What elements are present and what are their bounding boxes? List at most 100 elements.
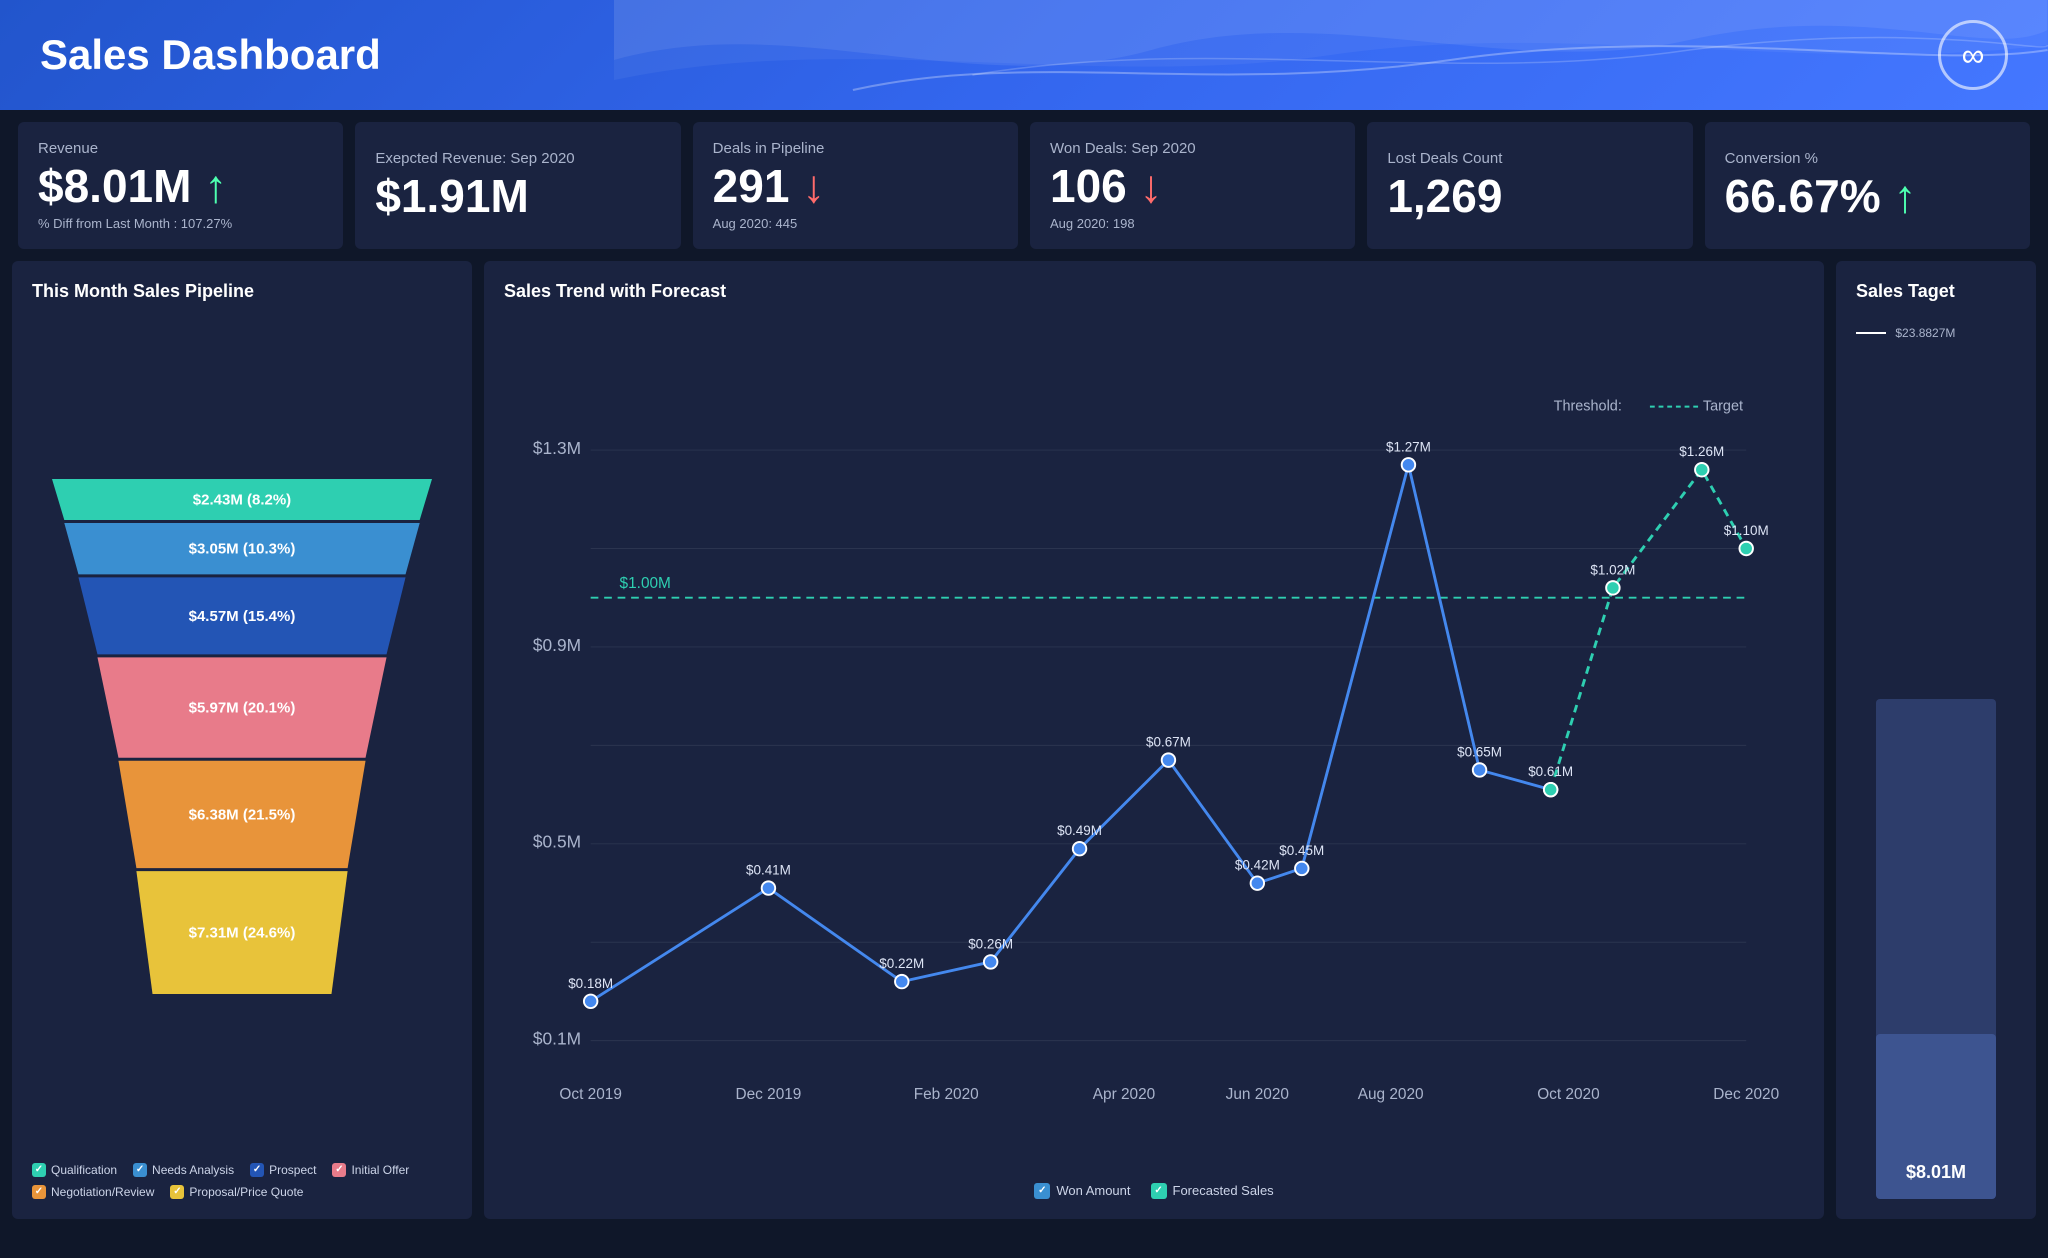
target-panel: Sales Taget $23.8827M $8.01M: [1836, 261, 2036, 1219]
legend-color: ✓: [133, 1163, 147, 1177]
legend-label: Needs Analysis: [152, 1163, 234, 1177]
trend-legend-label: Won Amount: [1056, 1183, 1130, 1198]
chart-point: [1695, 463, 1708, 476]
kpi-sub: % Diff from Last Month : 107.27%: [38, 216, 323, 231]
kpi-arrow: ↑: [1893, 170, 1916, 222]
legend-color: ✓: [32, 1185, 46, 1199]
target-current-value: $8.01M: [1906, 1162, 1966, 1183]
chart-area: $0.1M $0.5M $0.9M $1.3M Oct 2019 Dec 2019 Feb …: [504, 322, 1804, 1173]
x-axis-label: Dec 2019: [735, 1086, 801, 1103]
legend-label: Prospect: [269, 1163, 316, 1177]
chart-point-label: $0.45M: [1279, 843, 1324, 858]
funnel-container: $2.43M (8.2%)$3.05M (10.3%)$4.57M (15.4%…: [32, 322, 452, 1147]
chart-point: [1473, 763, 1486, 776]
chart-point: [1295, 861, 1308, 874]
x-axis-label: Oct 2019: [559, 1086, 621, 1103]
chart-point-label: $0.26M: [968, 936, 1013, 951]
chart-point: [1544, 783, 1557, 796]
kpi-card-1: Exepcted Revenue: Sep 2020 $1.91M: [355, 122, 680, 249]
trend-legend: ✓ Won Amount ✓ Forecasted Sales: [504, 1183, 1804, 1199]
chart-point-label: $0.65M: [1457, 744, 1502, 759]
kpi-arrow: ↓: [802, 160, 825, 212]
kpi-card-5: Conversion % 66.67% ↑: [1705, 122, 2030, 249]
chart-point: [762, 881, 775, 894]
y-axis-label: $0.9M: [533, 634, 581, 654]
kpi-value: 106 ↓: [1050, 161, 1335, 212]
trend-legend-label: Forecasted Sales: [1173, 1183, 1274, 1198]
kpi-value: $1.91M: [375, 171, 660, 222]
chart-point: [895, 974, 908, 987]
kpi-card-3: Won Deals: Sep 2020 106 ↓ Aug 2020: 198: [1030, 122, 1355, 249]
legend-item-1: ✓ Needs Analysis: [133, 1163, 234, 1177]
legend-color: ✓: [32, 1163, 46, 1177]
trend-panel: Sales Trend with Forecast $0.1M $0.5M $0.9…: [484, 261, 1824, 1219]
legend-label: Negotiation/Review: [51, 1185, 154, 1199]
funnel-label-4: $6.38M (21.5%): [189, 807, 296, 824]
kpi-value: $8.01M ↑: [38, 161, 323, 212]
trend-legend-item-0: ✓ Won Amount: [1034, 1183, 1130, 1199]
legend-item-2: ✓ Prospect: [250, 1163, 316, 1177]
trend-title: Sales Trend with Forecast: [504, 281, 1804, 302]
funnel-label-5: $7.31M (24.6%): [189, 925, 296, 942]
y-axis-label: $0.1M: [533, 1028, 581, 1048]
chart-point-label: $0.67M: [1146, 734, 1191, 749]
kpi-arrow: ↓: [1140, 160, 1163, 212]
chart-point: [1402, 458, 1415, 471]
chart-point: [584, 994, 597, 1007]
chart-point-label: $0.49M: [1057, 823, 1102, 838]
legend-label: Initial Offer: [351, 1163, 409, 1177]
funnel-label-3: $5.97M (20.1%): [189, 700, 296, 717]
header: Sales Dashboard ∞: [0, 0, 2048, 110]
chart-point-label: $1.26M: [1679, 444, 1724, 459]
chart-point-label: $0.61M: [1528, 764, 1573, 779]
chart-point: [984, 955, 997, 968]
kpi-value: 291 ↓: [713, 161, 998, 212]
chart-point-label: $1.27M: [1386, 439, 1431, 454]
main-content: This Month Sales Pipeline $2.43M (8.2%) $…: [0, 261, 2048, 1231]
kpi-label: Deals in Pipeline: [713, 140, 998, 157]
funnel-panel: This Month Sales Pipeline $2.43M (8.2%) $…: [12, 261, 472, 1219]
x-axis-label: Aug 2020: [1358, 1086, 1424, 1103]
kpi-sub: Aug 2020: 198: [1050, 216, 1335, 231]
chart-point: [1251, 876, 1264, 889]
trend-legend-box: ✓: [1034, 1183, 1050, 1199]
legend-item-3: ✓ Initial Offer: [332, 1163, 409, 1177]
logo: ∞: [1938, 20, 2008, 90]
funnel-label-0: $2.43M (8.2%): [193, 492, 291, 509]
chart-point-label: $0.41M: [746, 862, 791, 877]
chart-point: [1739, 541, 1752, 554]
x-axis-label: Oct 2020: [1537, 1086, 1599, 1103]
y-axis-label: $0.5M: [533, 831, 581, 851]
chart-point-label: $0.42M: [1235, 857, 1280, 872]
x-axis-label: Jun 2020: [1226, 1086, 1289, 1103]
x-axis-label: Dec 2020: [1713, 1086, 1779, 1103]
chart-point: [1073, 842, 1086, 855]
chart-point: [1162, 753, 1175, 766]
legend-label: Qualification: [51, 1163, 117, 1177]
kpi-label: Exepcted Revenue: Sep 2020: [375, 150, 660, 167]
trend-legend-box: ✓: [1151, 1183, 1167, 1199]
kpi-arrow: ↑: [204, 160, 227, 212]
legend-item-4: ✓ Negotiation/Review: [32, 1185, 154, 1199]
y-axis-label: $1.3M: [533, 437, 581, 457]
legend-color: ✓: [250, 1163, 264, 1177]
kpi-label: Revenue: [38, 140, 323, 157]
chart-line: [591, 464, 1551, 1000]
funnel-title: This Month Sales Pipeline: [32, 281, 452, 302]
target-title: Sales Taget: [1856, 281, 2016, 302]
chart-point-label: $0.18M: [568, 975, 613, 990]
chart-line: [1551, 469, 1747, 789]
kpi-sub: Aug 2020: 445: [713, 216, 998, 231]
funnel-label-1: $3.05M (10.3%): [189, 541, 296, 558]
trend-legend-item-1: ✓ Forecasted Sales: [1151, 1183, 1274, 1199]
chart-point-label: $1.02M: [1590, 562, 1635, 577]
legend-item-5: ✓ Proposal/Price Quote: [170, 1185, 303, 1199]
kpi-label: Conversion %: [1725, 150, 2010, 167]
threshold-annotation: Threshold:: [1554, 398, 1622, 414]
kpi-row: Revenue $8.01M ↑ % Diff from Last Month …: [0, 110, 2048, 261]
target-annotation: Target: [1703, 398, 1743, 414]
legend-item-0: ✓ Qualification: [32, 1163, 117, 1177]
kpi-label: Lost Deals Count: [1387, 150, 1672, 167]
x-axis-label: Feb 2020: [914, 1086, 979, 1103]
kpi-value: 1,269: [1387, 171, 1672, 222]
